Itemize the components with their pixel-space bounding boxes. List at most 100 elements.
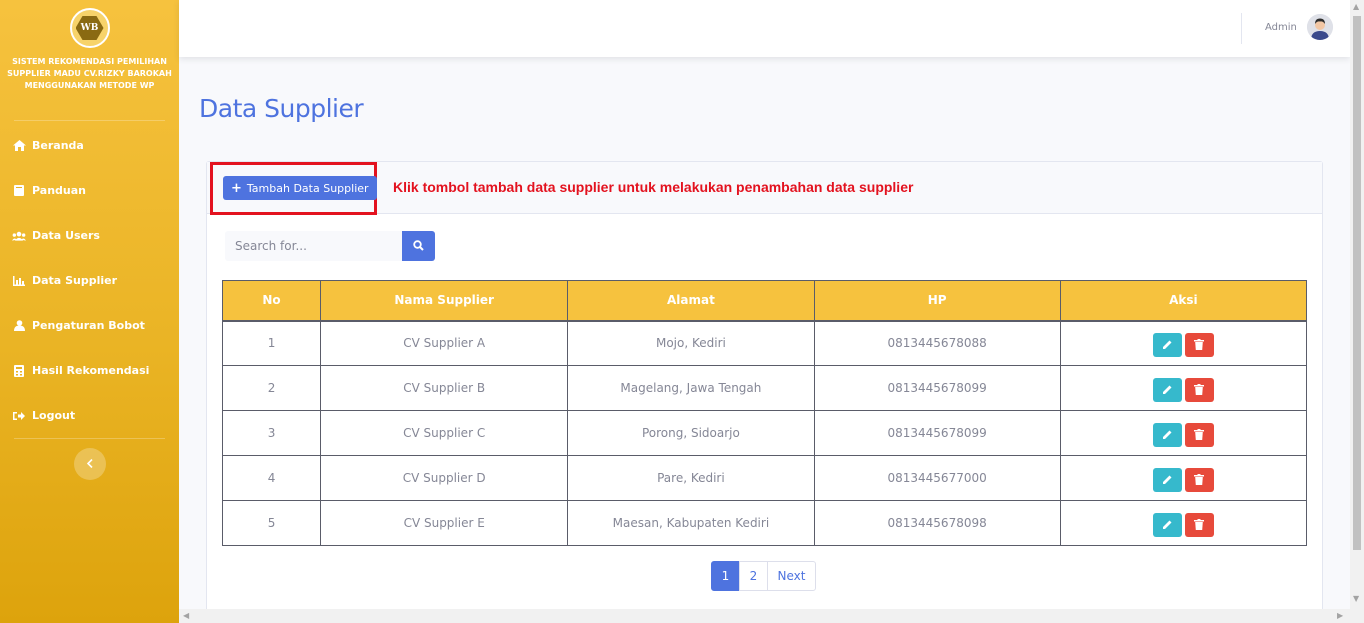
scroll-down-icon[interactable]: ▼	[1353, 594, 1359, 603]
pencil-icon	[1162, 428, 1173, 443]
header-no: No	[221, 280, 322, 322]
cell-aksi	[1059, 410, 1308, 456]
cell-nama-supplier: CV Supplier B	[320, 365, 569, 411]
hint-text: Klik tombol tambah data supplier untuk m…	[393, 179, 914, 195]
scrollbar-thumb[interactable]	[1353, 16, 1361, 550]
cell-nama-supplier: CV Supplier A	[320, 320, 569, 366]
sidebar-item-data-supplier[interactable]: Data Supplier	[0, 258, 179, 303]
cell-hp: 0813445678099	[813, 410, 1061, 456]
cell-no: 2	[221, 365, 322, 411]
vertical-scrollbar[interactable]: ▲ ▼	[1350, 0, 1364, 623]
topbar: Admin	[179, 0, 1350, 57]
search-form	[225, 231, 435, 261]
cell-hp: 0813445678098	[813, 500, 1061, 546]
header-alamat: Alamat	[567, 280, 815, 322]
sidebar-nav: Beranda Panduan Data Users Data Supplier…	[0, 121, 179, 438]
add-supplier-label: Tambah Data Supplier	[246, 181, 369, 195]
topbar-divider	[1241, 13, 1242, 44]
cell-aksi	[1059, 500, 1308, 546]
card-header: + Tambah Data Supplier Klik tombol tamba…	[207, 162, 1322, 215]
sidebar-item-label: Data Supplier	[32, 274, 117, 287]
action-group	[1152, 513, 1214, 537]
table-row: 3 CV Supplier C Porong, Sidoarjo 0813445678…	[221, 410, 1308, 456]
cell-alamat: Mojo, Kediri	[567, 320, 815, 366]
search-button[interactable]	[402, 231, 435, 261]
cell-aksi	[1059, 320, 1308, 366]
supplier-table: No Nama Supplier Alamat HP Aksi 1 CV Supp…	[221, 280, 1308, 546]
sidebar-item-pengaturan-bobot[interactable]: Pengaturan Bobot	[0, 303, 179, 348]
delete-button[interactable]	[1184, 423, 1214, 447]
chart-bar-icon	[12, 275, 26, 287]
header-aksi: Aksi	[1059, 280, 1308, 322]
search-input[interactable]	[225, 231, 402, 261]
page-2-button[interactable]: 2	[739, 561, 768, 591]
cell-aksi	[1059, 455, 1308, 501]
brand-logo-mark: WB	[75, 16, 104, 40]
sidebar-item-data-users[interactable]: Data Users	[0, 213, 179, 258]
cell-hp: 0813445677000	[813, 455, 1061, 501]
user-name: Admin	[1265, 21, 1297, 33]
horizontal-scrollbar[interactable]: ◀ ▶	[179, 609, 1350, 623]
table-row: 2 CV Supplier B Magelang, Jawa Tengah 08134…	[221, 365, 1308, 411]
pagination: 1 2 Next	[711, 561, 816, 591]
trash-icon	[1194, 473, 1205, 488]
book-icon	[12, 185, 26, 197]
edit-button[interactable]	[1152, 378, 1182, 402]
edit-button[interactable]	[1152, 468, 1182, 492]
edit-button[interactable]	[1152, 423, 1182, 447]
sidebar-item-hasil-rekomendasi[interactable]: Hasil Rekomendasi	[0, 348, 179, 393]
pencil-icon	[1162, 473, 1173, 488]
scroll-left-icon[interactable]: ◀	[183, 611, 189, 620]
sidebar-item-logout[interactable]: Logout	[0, 393, 179, 438]
action-group	[1152, 468, 1214, 492]
delete-button[interactable]	[1184, 468, 1214, 492]
chevron-left-icon	[86, 455, 93, 473]
cell-nama-supplier: CV Supplier D	[320, 455, 569, 501]
search-icon	[413, 239, 424, 254]
sidebar-item-label: Pengaturan Bobot	[32, 319, 145, 332]
table-row: 5 CV Supplier E Maesan, Kabupaten Kediri 08…	[221, 500, 1308, 546]
scroll-right-icon[interactable]: ▶	[1337, 611, 1343, 620]
table-header-row: No Nama Supplier Alamat HP Aksi	[221, 280, 1308, 322]
cell-no: 1	[221, 320, 322, 366]
header-hp: HP	[813, 280, 1061, 322]
table-row: 1 CV Supplier A Mojo, Kediri 0813445678088	[221, 320, 1308, 366]
cell-no: 3	[221, 410, 322, 456]
app: WB SISTEM REKOMENDASI PEMILIHAN SUPPLIER…	[0, 0, 1364, 623]
calculator-icon	[12, 364, 26, 377]
pencil-icon	[1162, 338, 1173, 353]
users-icon	[12, 230, 26, 242]
header-nama-supplier: Nama Supplier	[320, 280, 569, 322]
action-group	[1152, 333, 1214, 358]
cell-no: 4	[221, 455, 322, 501]
brand-logo: WB	[69, 8, 110, 48]
brand-text: SISTEM REKOMENDASI PEMILIHAN SUPPLIER MA…	[7, 57, 172, 90]
delete-button[interactable]	[1184, 513, 1214, 537]
trash-icon	[1194, 383, 1205, 398]
sidebar: WB SISTEM REKOMENDASI PEMILIHAN SUPPLIER…	[0, 0, 179, 623]
sidebar-item-beranda[interactable]: Beranda	[0, 123, 179, 168]
cell-alamat: Porong, Sidoarjo	[567, 410, 815, 456]
edit-button[interactable]	[1152, 513, 1182, 537]
edit-button[interactable]	[1152, 333, 1182, 358]
cell-hp: 0813445678088	[813, 320, 1061, 366]
user-dropdown[interactable]: Admin	[1265, 14, 1333, 40]
add-supplier-button[interactable]: + Tambah Data Supplier	[223, 176, 377, 200]
delete-button[interactable]	[1184, 378, 1214, 402]
cell-alamat: Maesan, Kabupaten Kediri	[567, 500, 815, 546]
page-1-button[interactable]: 1	[711, 561, 740, 591]
delete-button[interactable]	[1184, 333, 1214, 358]
sidebar-toggle-button[interactable]	[74, 448, 106, 480]
trash-icon	[1194, 518, 1205, 533]
home-icon	[12, 140, 26, 152]
table-row: 4 CV Supplier D Pare, Kediri 0813445677000	[221, 455, 1308, 501]
sidebar-divider-bottom	[14, 438, 165, 439]
next-page-button[interactable]: Next	[767, 561, 816, 591]
pencil-icon	[1162, 518, 1173, 533]
page-title: Data Supplier	[199, 94, 364, 123]
scroll-up-icon[interactable]: ▲	[1353, 2, 1359, 11]
avatar	[1306, 14, 1333, 40]
sidebar-item-label: Hasil Rekomendasi	[32, 364, 150, 377]
sidebar-brand[interactable]: WB SISTEM REKOMENDASI PEMILIHAN SUPPLIER…	[0, 0, 179, 120]
sidebar-item-panduan[interactable]: Panduan	[0, 168, 179, 213]
